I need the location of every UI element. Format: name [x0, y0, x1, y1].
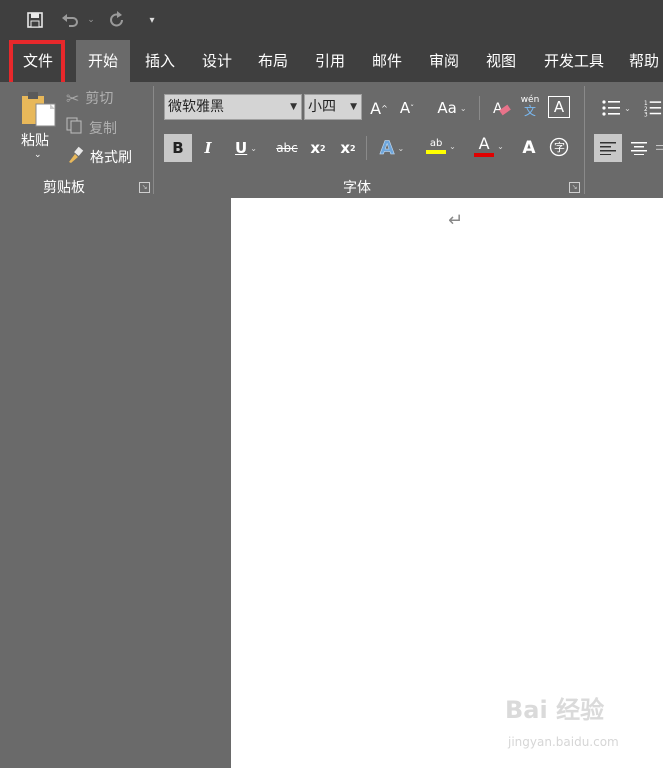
tab-home[interactable]: 开始 [76, 40, 130, 82]
align-left-button[interactable] [594, 134, 622, 162]
tab-developer[interactable]: 开发工具 [535, 40, 613, 82]
paste-icon[interactable] [20, 90, 58, 128]
change-case-label: Aa [437, 99, 457, 117]
bold-button[interactable]: B [164, 134, 192, 162]
group-divider [584, 86, 585, 194]
clipboard-group-label: 剪贴板 [43, 180, 85, 196]
save-icon[interactable] [25, 10, 45, 30]
tab-help[interactable]: 帮助 [622, 40, 663, 82]
tab-view[interactable]: 视图 [475, 40, 527, 82]
ribbon-tabs: 文件 开始 插入 设计 布局 引用 邮件 审阅 视图 开发工具 帮助 [0, 40, 663, 82]
font-color-icon: A [474, 135, 495, 157]
superscript-button[interactable]: x2 [336, 134, 360, 162]
subscript-label: x [310, 139, 321, 157]
tab-review[interactable]: 审阅 [418, 40, 470, 82]
group-divider [479, 96, 480, 120]
clear-formatting-icon[interactable]: A [488, 94, 514, 122]
redo-icon[interactable] [106, 10, 128, 30]
baidu-watermark: Bai 经验 [505, 696, 605, 724]
tab-layout[interactable]: 布局 [247, 40, 299, 82]
highlighter-icon: ab [426, 138, 447, 154]
undo-dropdown-icon[interactable]: ⌄ [85, 10, 97, 30]
font-size-dropdown-icon: ▼ [350, 102, 357, 112]
shrink-font-icon[interactable]: Aˇ [396, 94, 418, 122]
tab-mailings[interactable]: 邮件 [361, 40, 413, 82]
font-size-combo[interactable]: 小四 ▼ [304, 94, 362, 120]
paste-dropdown-icon[interactable]: ⌄ [34, 150, 42, 160]
subscript-button[interactable]: x2 [306, 134, 330, 162]
phonetic-char: 文 [523, 104, 536, 118]
bullets-button[interactable]: ⌄ [594, 94, 638, 122]
underline-label: U [235, 139, 248, 157]
italic-button[interactable]: I [196, 134, 220, 162]
strikethrough-button[interactable]: abc [272, 134, 302, 162]
paintbrush-icon [66, 146, 84, 168]
format-painter-button[interactable]: 格式刷 [66, 146, 132, 168]
customize-qat-icon[interactable]: ▾ [144, 10, 160, 30]
font-color-button[interactable]: A ⌄ [468, 132, 510, 160]
align-center-button[interactable] [626, 134, 652, 162]
font-launcher-icon[interactable]: ↘ [569, 182, 580, 193]
font-group-label: 字体 [343, 180, 371, 196]
scissors-icon: ✂ [66, 88, 80, 108]
enclose-characters-icon[interactable]: 字 [548, 136, 570, 158]
cut-button[interactable]: ✂ 剪切 [66, 88, 113, 108]
quick-access-toolbar: ⌄ ▾ [0, 0, 663, 40]
clipboard-launcher-icon[interactable]: ↘ [139, 182, 150, 193]
undo-icon[interactable] [58, 10, 82, 30]
format-painter-label: 格式刷 [90, 150, 132, 166]
align-center-icon [631, 142, 647, 155]
change-case-button[interactable]: Aa ⌄ [432, 94, 472, 122]
grow-font-icon[interactable]: A ^ [368, 94, 390, 122]
underline-button[interactable]: U ⌄ [226, 134, 266, 162]
ribbon-home: 粘贴 ⌄ ✂ 剪切 复制 格式刷 剪贴板 ↘ 微软雅黑 ▼ 小四 ▼ A ^ Aˇ… [0, 82, 663, 198]
tab-references[interactable]: 引用 [304, 40, 356, 82]
copy-icon [66, 117, 83, 138]
paragraph-mark: ↵ [448, 210, 464, 231]
phonetic-guide-button[interactable]: wén 文 [518, 92, 542, 120]
tab-design[interactable]: 设计 [191, 40, 243, 82]
bullets-icon [602, 100, 621, 116]
text-effects-button[interactable]: A ⌄ [372, 134, 412, 162]
align-left-icon [600, 142, 616, 155]
font-name-value: 微软雅黑 [168, 99, 224, 115]
document-page[interactable]: ↵ [231, 198, 663, 768]
character-border-icon[interactable]: A [548, 96, 570, 118]
svg-text:3: 3 [644, 113, 648, 117]
paste-button-label[interactable]: 粘贴 [21, 130, 49, 150]
baidu-watermark-url: jingyan.baidu.com [508, 735, 619, 749]
copy-button[interactable]: 复制 [66, 117, 117, 138]
highlight-button[interactable]: ab ⌄ [420, 132, 462, 160]
align-right-icon[interactable] [656, 134, 663, 162]
svg-text:字: 字 [554, 140, 565, 154]
cut-label: 剪切 [85, 91, 114, 107]
font-size-value: 小四 [308, 99, 336, 115]
group-divider [153, 86, 154, 194]
tab-insert[interactable]: 插入 [134, 40, 186, 82]
tab-file[interactable]: 文件 [13, 40, 63, 82]
font-name-dropdown-icon: ▼ [290, 102, 297, 112]
superscript-label: x [340, 139, 351, 157]
font-name-combo[interactable]: 微软雅黑 ▼ [164, 94, 302, 120]
numbering-icon[interactable]: 123 [644, 94, 663, 122]
text-effects-icon: A [379, 137, 395, 160]
character-shading-icon[interactable]: A [518, 134, 540, 162]
group-divider [366, 136, 367, 160]
copy-label: 复制 [89, 120, 117, 137]
